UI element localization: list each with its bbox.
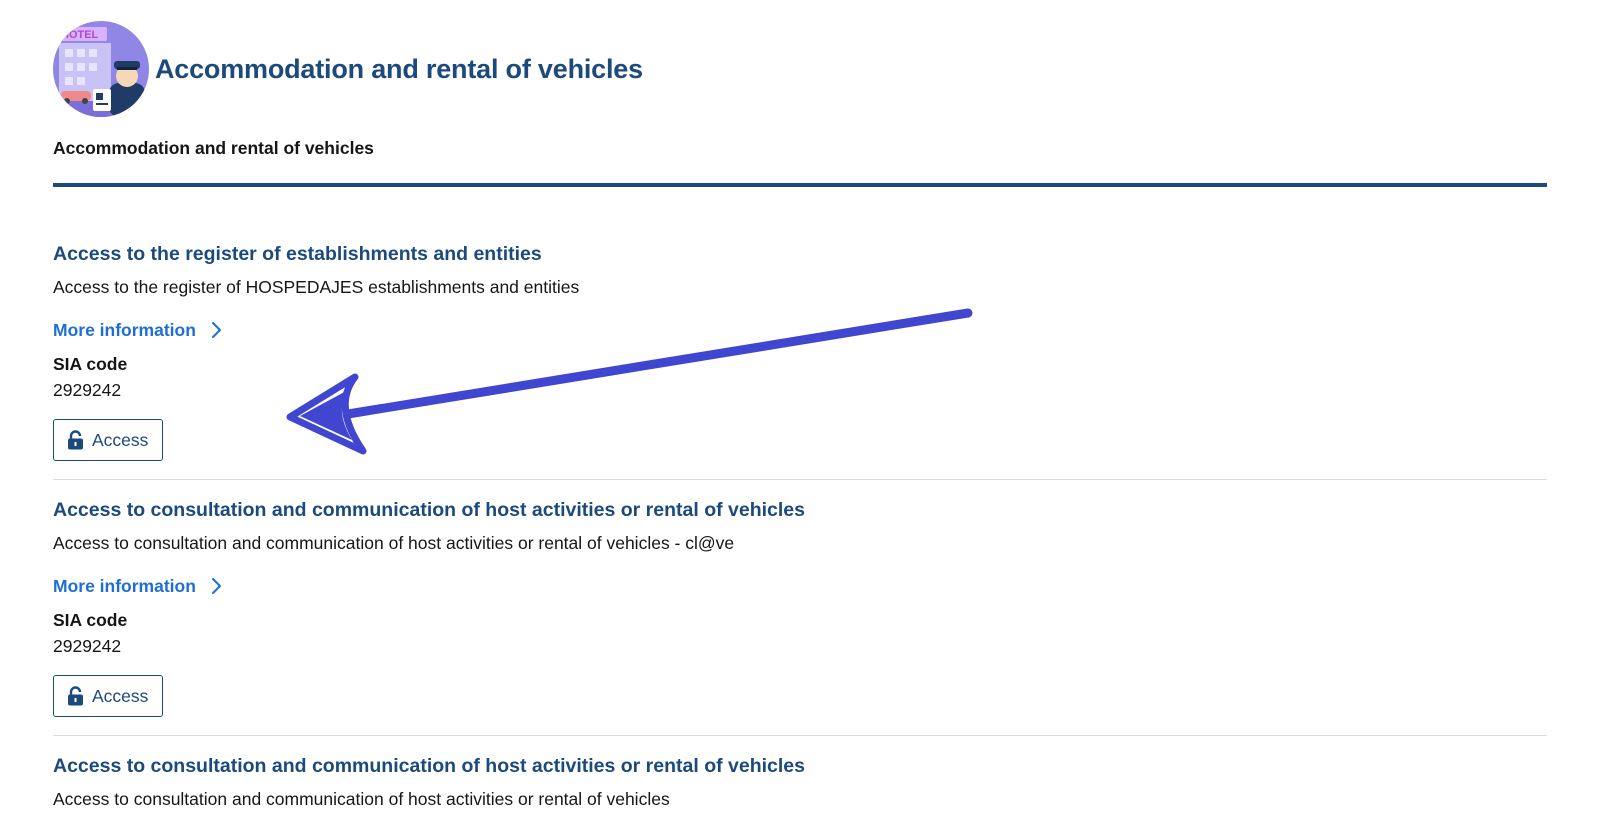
- page-title: Accommodation and rental of vehicles: [155, 53, 643, 84]
- access-button[interactable]: Access: [53, 675, 163, 717]
- procedure-item: Access to the register of establishments…: [53, 241, 1547, 461]
- page-content: HOTEL Accommodation and rental of vehicl…: [53, 0, 1547, 810]
- unlock-icon: [68, 686, 83, 706]
- sia-code-label: SIA code: [53, 610, 128, 630]
- chevron-right-icon: [211, 578, 221, 594]
- item-divider: [53, 479, 1547, 480]
- more-information-label: More information: [53, 576, 196, 596]
- access-button-label: Access: [92, 685, 149, 706]
- sia-code-value: 2929242: [53, 380, 122, 400]
- procedure-list: Access to the register of establishments…: [53, 241, 1547, 810]
- hotel-receptionist-icon: HOTEL: [53, 21, 149, 117]
- page-header: HOTEL Accommodation and rental of vehicl…: [53, 21, 1547, 117]
- procedure-item: Access to consultation and communication…: [53, 497, 1547, 717]
- section-divider: [53, 183, 1547, 187]
- sia-code-label: SIA code: [53, 354, 128, 374]
- procedure-title: Access to consultation and communication…: [53, 755, 805, 777]
- procedure-description: Access to consultation and communication…: [53, 789, 670, 809]
- procedure-title: Access to consultation and communication…: [53, 499, 805, 521]
- more-information-link[interactable]: More information: [53, 575, 224, 597]
- unlock-icon: [68, 430, 83, 450]
- procedure-description: Access to consultation and communication…: [53, 533, 735, 553]
- procedure-description: Access to the register of HOSPEDAJES est…: [53, 277, 580, 297]
- procedure-item: Access to consultation and communication…: [53, 753, 1547, 810]
- item-divider: [53, 735, 1547, 736]
- procedure-title: Access to the register of establishments…: [53, 243, 542, 265]
- sia-code-value: 2929242: [53, 636, 122, 656]
- more-information-label: More information: [53, 320, 196, 340]
- access-button-label: Access: [92, 429, 149, 450]
- section-subtitle: Accommodation and rental of vehicles: [53, 138, 374, 158]
- svg-text:HOTEL: HOTEL: [61, 29, 99, 41]
- access-button[interactable]: Access: [53, 419, 163, 461]
- more-information-link[interactable]: More information: [53, 319, 224, 341]
- chevron-right-icon: [211, 322, 221, 338]
